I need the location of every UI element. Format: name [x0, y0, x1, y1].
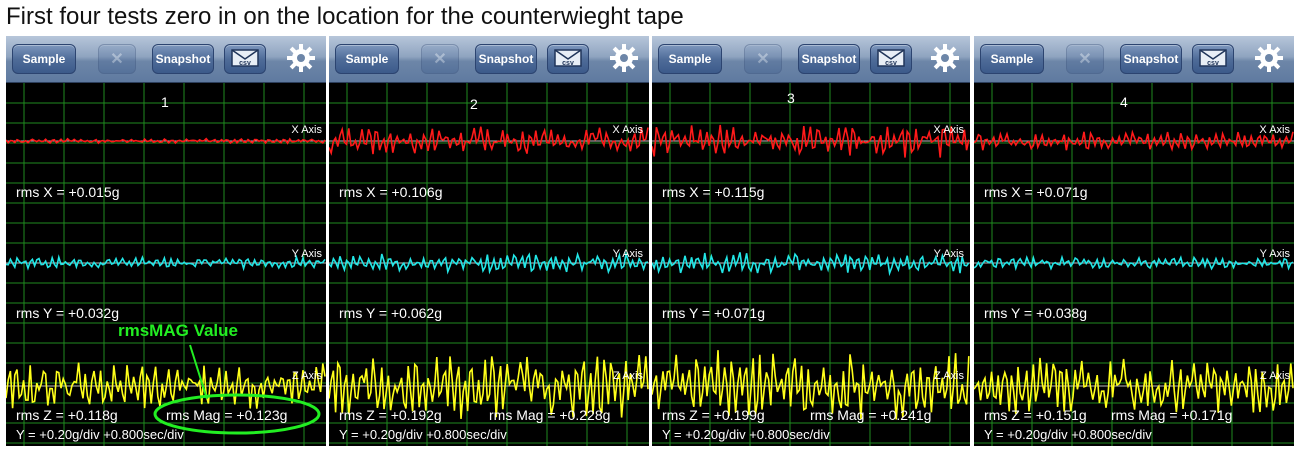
svg-text:csv: csv [239, 60, 251, 67]
sample-button[interactable]: Sample [980, 44, 1044, 74]
svg-text:csv: csv [1207, 60, 1219, 67]
y-axis-label: Y Axis [291, 248, 322, 260]
toolbar: Sample ✕ Snapshot csv [329, 36, 649, 83]
panel-number: 2 [470, 96, 478, 112]
email-csv-button[interactable]: csv [1192, 44, 1234, 74]
annotation-label: rmsMAG Value [118, 321, 238, 340]
mail-csv-icon: csv [231, 49, 259, 67]
snapshot-button[interactable]: Snapshot [475, 44, 537, 74]
close-button[interactable]: ✕ [421, 44, 459, 74]
rms-x-readout: rms X = +0.106g [339, 184, 443, 200]
page-title: First four tests zero in on the location… [6, 3, 684, 30]
close-icon: ✕ [433, 51, 447, 68]
snapshot-button[interactable]: Snapshot [1120, 44, 1182, 74]
x-axis-label: X Axis [933, 124, 964, 136]
panel-number: 1 [161, 94, 169, 110]
snapshot-button[interactable]: Snapshot [798, 44, 860, 74]
x-axis-label: X Axis [291, 124, 322, 136]
x-axis-label: X Axis [612, 124, 643, 136]
rms-x-readout: rms X = +0.115g [662, 184, 765, 200]
waveform-plot [6, 83, 326, 446]
accelerometer-panel-3: Sample ✕ Snapshot csv 3 X Axis Y Axis Z … [652, 36, 970, 446]
gear-icon[interactable] [286, 43, 316, 73]
toolbar: Sample ✕ Snapshot csv [974, 36, 1294, 83]
sample-button[interactable]: Sample [12, 44, 76, 74]
z-axis-label: Z Axis [934, 370, 964, 382]
email-csv-button[interactable]: csv [547, 44, 589, 74]
z-axis-label: Z Axis [1260, 370, 1290, 382]
y-axis-label: Y Axis [1259, 248, 1290, 260]
mail-csv-icon: csv [1199, 49, 1227, 67]
close-icon: ✕ [756, 51, 770, 68]
toolbar: Sample ✕ Snapshot csv [652, 36, 970, 83]
z-axis-label: Z Axis [292, 370, 322, 382]
svg-text:csv: csv [885, 60, 897, 67]
rms-mag-readout: rms Mag = +0.241g [810, 407, 932, 423]
rms-x-readout: rms X = +0.071g [984, 184, 1088, 200]
rms-y-readout: rms Y = +0.071g [662, 305, 765, 321]
email-csv-button[interactable]: csv [870, 44, 912, 74]
snapshot-button[interactable]: Snapshot [152, 44, 214, 74]
gear-icon[interactable] [930, 43, 960, 73]
rms-z-readout: rms Z = +0.118g [16, 407, 118, 423]
toolbar: Sample ✕ Snapshot csv [6, 36, 326, 83]
rms-mag-readout: rms Mag = +0.123g [166, 407, 288, 423]
scale-readout: Y = +0.20g/div +0.800sec/div [16, 427, 184, 442]
rms-z-readout: rms Z = +0.199g [662, 407, 765, 423]
panel-number: 3 [787, 90, 795, 106]
accelerometer-panel-4: Sample ✕ Snapshot csv 4 X Axis Y Axis Z … [974, 36, 1294, 446]
rms-y-readout: rms Y = +0.032g [16, 305, 119, 321]
email-csv-button[interactable]: csv [224, 44, 266, 74]
close-icon: ✕ [110, 51, 124, 68]
sample-button[interactable]: Sample [335, 44, 399, 74]
close-button[interactable]: ✕ [744, 44, 782, 74]
waveform-plot [329, 83, 649, 446]
rms-y-readout: rms Y = +0.038g [984, 305, 1087, 321]
rms-x-readout: rms X = +0.015g [16, 184, 120, 200]
gear-icon[interactable] [1254, 43, 1284, 73]
y-axis-label: Y Axis [933, 248, 964, 260]
scale-readout: Y = +0.20g/div +0.800sec/div [339, 427, 507, 442]
mail-csv-icon: csv [554, 49, 582, 67]
close-button[interactable]: ✕ [1066, 44, 1104, 74]
y-axis-trace [6, 254, 326, 272]
close-button[interactable]: ✕ [98, 44, 136, 74]
rms-z-readout: rms Z = +0.151g [984, 407, 1087, 423]
svg-text:csv: csv [562, 60, 574, 67]
rms-y-readout: rms Y = +0.062g [339, 305, 442, 321]
y-axis-label: Y Axis [612, 248, 643, 260]
scale-readout: Y = +0.20g/div +0.800sec/div [984, 427, 1152, 442]
scale-readout: Y = +0.20g/div +0.800sec/div [662, 427, 830, 442]
gear-icon[interactable] [609, 43, 639, 73]
close-icon: ✕ [1078, 51, 1092, 68]
accelerometer-panel-1: Sample ✕ Snapshot csv 1 X Axis Y Axis Z … [6, 36, 326, 446]
z-axis-label: Z Axis [613, 370, 643, 382]
x-axis-trace [329, 126, 649, 156]
panel-number: 4 [1120, 94, 1128, 110]
rms-z-readout: rms Z = +0.192g [339, 407, 442, 423]
accelerometer-panel-2: Sample ✕ Snapshot csv 2 X Axis Y Axis Z … [329, 36, 649, 446]
rms-mag-readout: rms Mag = +0.228g [489, 407, 611, 423]
sample-button[interactable]: Sample [658, 44, 722, 74]
rms-mag-readout: rms Mag = +0.171g [1111, 407, 1233, 423]
waveform-plot [652, 83, 970, 446]
mail-csv-icon: csv [877, 49, 905, 67]
x-axis-label: X Axis [1259, 124, 1290, 136]
waveform-plot [974, 83, 1294, 446]
y-axis-trace [329, 251, 649, 275]
